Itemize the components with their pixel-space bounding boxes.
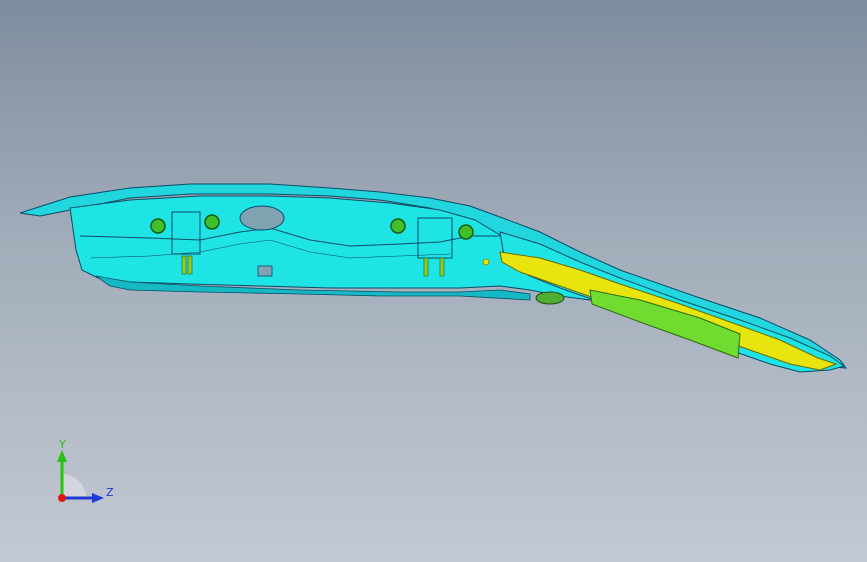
stud-4 xyxy=(439,257,445,277)
triad-arc xyxy=(62,474,86,498)
part-model[interactable] xyxy=(0,0,867,562)
3d-viewport[interactable]: Y Z xyxy=(0,0,867,562)
bolt-2 xyxy=(204,214,220,230)
lower-mount xyxy=(535,291,565,305)
y-axis-arrow xyxy=(57,450,67,462)
lower-slot xyxy=(257,265,273,277)
small-hole xyxy=(482,258,490,266)
z-axis-label: Z xyxy=(106,486,114,499)
stud-2 xyxy=(187,255,193,275)
stud-3 xyxy=(423,257,429,277)
x-axis-dot xyxy=(58,494,66,502)
top-access-hole xyxy=(239,205,285,231)
stud-1 xyxy=(181,255,187,275)
bolt-3 xyxy=(390,218,406,234)
bolt-1 xyxy=(150,218,166,234)
coordinate-triad: Y Z xyxy=(57,438,114,503)
bolt-4 xyxy=(458,224,474,240)
y-axis-label: Y xyxy=(58,438,66,451)
z-axis-arrow xyxy=(92,493,104,503)
